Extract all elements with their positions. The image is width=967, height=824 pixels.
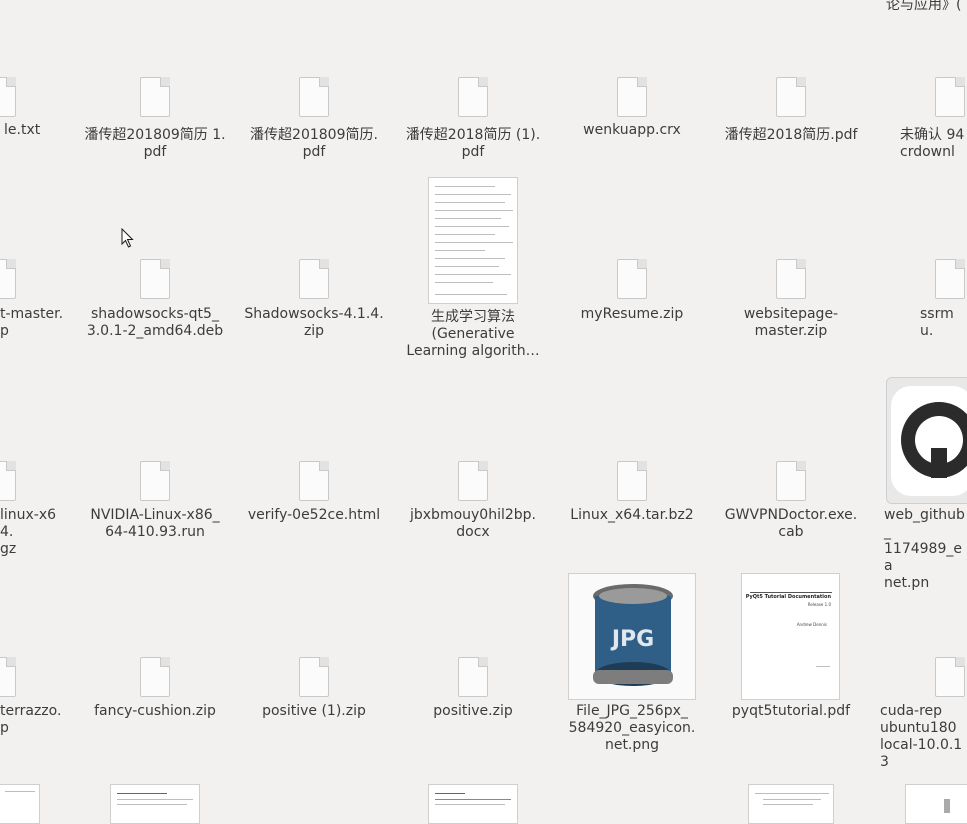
archive-file-icon <box>935 657 965 697</box>
html-file-icon <box>299 461 329 501</box>
file-label: 生成学习算法 (Generative Learning algorith… <box>406 309 540 359</box>
run-file-icon <box>140 461 170 501</box>
file-label: positive.zip <box>433 703 513 719</box>
mouse-pointer-icon <box>121 228 134 248</box>
file-label: File_JPG_256px_ 584920_easyicon. net.png <box>568 703 696 753</box>
zip-file-icon <box>140 657 170 697</box>
file-label: shadowsocks-qt5_ 3.0.1-2_amd64.deb <box>86 306 224 339</box>
zip-file-icon <box>935 259 965 299</box>
file-label: linux-x64. gz <box>0 507 57 557</box>
file-label: jbxbmouy0hil2bp. docx <box>410 507 536 540</box>
zip-file-icon <box>0 259 16 299</box>
deb-file-icon <box>140 259 170 299</box>
file-label: ssrmu. <box>920 306 954 339</box>
chart-thumbnail[interactable] <box>905 784 967 824</box>
jpg-icon: JPG <box>593 584 673 686</box>
zip-file-icon <box>458 657 488 697</box>
file-label: cuda-rep ubuntu180 local-10.0.13 <box>880 703 963 770</box>
docx-file-icon <box>458 461 488 501</box>
file-label: NVIDIA-Linux-x86_ 64-410.93.run <box>90 507 220 540</box>
file-label: 潘传超2018简历 (1). pdf <box>405 127 541 160</box>
file-label: Shadowsocks-4.1.4. zip <box>244 306 384 339</box>
document-thumbnail[interactable] <box>110 784 200 824</box>
pdf-thumbnail: PyQt5 Tutorial Documentation Release 1.0… <box>741 573 840 700</box>
zip-file-icon <box>617 259 647 299</box>
zip-file-icon <box>0 657 16 697</box>
file-label: fancy-cushion.zip <box>94 703 216 719</box>
pdf-file-icon <box>776 77 806 117</box>
crx-file-icon <box>617 77 647 117</box>
file-label: wenkuapp.crx <box>583 122 681 138</box>
file-label: terrazzo. p <box>0 703 62 736</box>
file-label: 未确认 94 crdownl <box>900 127 965 160</box>
pdf-file-icon <box>299 77 329 117</box>
text-file-icon <box>0 77 16 117</box>
file-label: myResume.zip <box>580 306 684 322</box>
file-label: 潘传超2018简历.pdf <box>724 127 858 143</box>
github-logo-thumbnail <box>886 377 967 504</box>
archive-file-icon <box>617 461 647 501</box>
document-thumbnail <box>428 177 518 304</box>
file-label: GWVPNDoctor.exe. cab <box>724 507 858 540</box>
file-label: positive (1).zip <box>262 703 366 719</box>
zip-file-icon <box>299 259 329 299</box>
file-label: verify-0e52ce.html <box>247 507 381 523</box>
document-thumbnail[interactable] <box>748 784 834 824</box>
download-file-icon <box>935 77 965 117</box>
archive-file-icon <box>0 461 16 501</box>
image-thumbnail: JPG <box>568 573 696 700</box>
file-label: le.txt <box>4 122 41 138</box>
cab-file-icon <box>776 461 806 501</box>
file-label: t-master. p <box>0 306 64 339</box>
file-label: 潘传超201809简历. pdf <box>250 127 378 160</box>
partial-file-label: 论与应用》( <box>886 0 962 13</box>
pdf-file-icon <box>458 77 488 117</box>
file-label: web_github_ 1174989_ea net.pn <box>884 507 965 591</box>
svg-text:JPG: JPG <box>610 627 654 652</box>
file-label: Linux_x64.tar.bz2 <box>570 507 694 523</box>
file-label: pyqt5tutorial.pdf <box>731 703 851 719</box>
document-thumbnail[interactable] <box>428 784 518 824</box>
document-thumbnail[interactable] <box>0 784 40 824</box>
zip-file-icon <box>299 657 329 697</box>
pdf-file-icon <box>140 77 170 117</box>
zip-file-icon <box>776 259 806 299</box>
file-label: 潘传超201809简历 1. pdf <box>84 127 226 160</box>
file-label: websitepage- master.zip <box>743 306 839 339</box>
github-icon <box>891 386 967 496</box>
